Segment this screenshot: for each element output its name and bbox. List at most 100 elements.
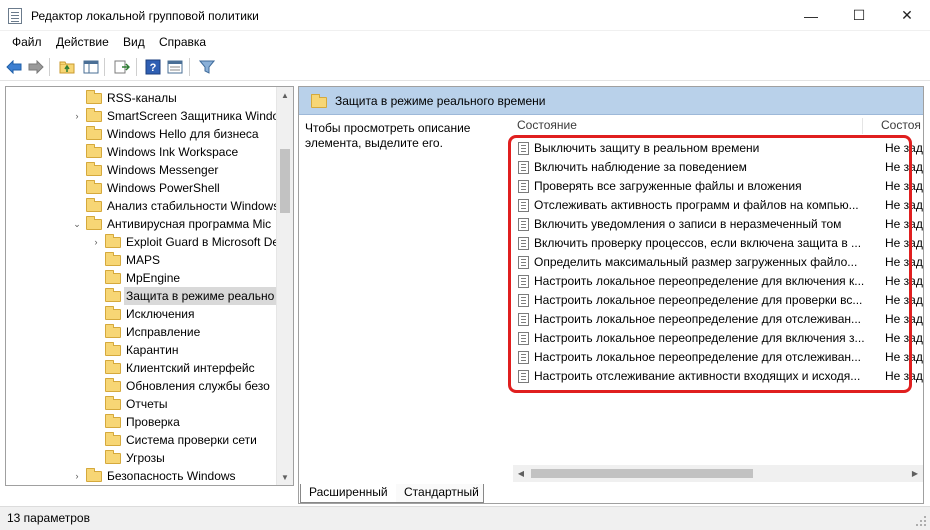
hscroll-thumb[interactable]: [531, 469, 753, 478]
horizontal-scrollbar[interactable]: ◀ ▶: [513, 465, 923, 482]
details-pane: Защита в режиме реального времени Чтобы …: [298, 86, 924, 504]
tree-item[interactable]: Windows Hello для бизнеса: [6, 125, 277, 143]
tree-item[interactable]: Отчеты: [6, 395, 277, 413]
toolbar: ?: [0, 53, 930, 81]
tree-item[interactable]: Обновления службы безо: [6, 377, 277, 395]
scroll-up-icon[interactable]: ▲: [277, 87, 293, 103]
tree-item[interactable]: › Безопасность Windows: [6, 467, 277, 485]
menu-view[interactable]: Вид: [123, 35, 145, 49]
folder-icon: [105, 342, 121, 356]
tree-item-label: Исправление: [126, 325, 201, 339]
tree-item[interactable]: Анализ стабильности Windows: [6, 197, 277, 215]
tab-extended[interactable]: Расширенный: [300, 484, 396, 503]
tree-item[interactable]: Windows Ink Workspace: [6, 143, 277, 161]
menu-action[interactable]: Действие: [56, 35, 109, 49]
maximize-button[interactable]: ☐: [836, 0, 882, 31]
tree-item[interactable]: MAPS: [6, 251, 277, 269]
close-button[interactable]: ✕: [884, 0, 930, 31]
tree-item-label: Клиентский интерфейс: [126, 361, 255, 375]
folder-icon: [105, 234, 121, 248]
tree-item[interactable]: › SmartScreen Защитника Windo: [6, 107, 277, 125]
folder-icon: [86, 180, 102, 194]
minimize-button[interactable]: —: [788, 0, 834, 31]
folder-icon: [105, 360, 121, 374]
column-header-state-2[interactable]: Состоя: [881, 118, 921, 134]
tab-standard[interactable]: Стандартный: [396, 484, 484, 503]
tree-item-label: Карантин: [126, 343, 179, 357]
folder-icon: [105, 450, 121, 464]
folder-icon: [105, 252, 121, 266]
window-title: Редактор локальной групповой политики: [31, 9, 259, 23]
up-folder-icon[interactable]: [58, 58, 76, 76]
tree-scrollbar[interactable]: ▲ ▼: [276, 87, 293, 485]
folder-icon: [105, 324, 121, 338]
tree-item-label: Обновления службы безо: [126, 379, 270, 393]
folder-icon: [86, 216, 102, 230]
expanded-chevron-icon[interactable]: ⌄: [72, 215, 82, 233]
folder-icon: [311, 94, 327, 108]
tree-item-label: SmartScreen Защитника Windo: [107, 109, 277, 123]
tree-item-label: MAPS: [126, 253, 161, 267]
highlight-frame: [508, 135, 912, 393]
tree-item-label: Угрозы: [126, 451, 165, 465]
scroll-right-icon[interactable]: ▶: [907, 465, 923, 482]
tree-item[interactable]: Система проверки сети: [6, 431, 277, 449]
tree-item[interactable]: MpEngine: [6, 269, 277, 287]
scroll-down-icon[interactable]: ▼: [277, 469, 293, 485]
folder-icon: [105, 396, 121, 410]
tree-item[interactable]: Исключения: [6, 305, 277, 323]
filter-icon[interactable]: [198, 58, 216, 76]
menu-help[interactable]: Справка: [159, 35, 206, 49]
collapsed-chevron-icon[interactable]: ›: [72, 467, 82, 485]
column-header-state[interactable]: Состояние: [517, 118, 577, 134]
tree-item[interactable]: Карантин: [6, 341, 277, 359]
folder-icon: [86, 126, 102, 140]
back-arrow-icon[interactable]: [5, 58, 23, 76]
menu-bar: Файл Действие Вид Справка: [0, 32, 930, 52]
tree-item[interactable]: ⌄ Антивирусная программа Mic: [6, 215, 277, 233]
properties-icon[interactable]: [166, 58, 184, 76]
tree-item[interactable]: RSS-каналы: [6, 89, 277, 107]
status-bar: 13 параметров: [0, 506, 930, 530]
tree-item-label: Отчеты: [126, 397, 168, 411]
collapsed-chevron-icon[interactable]: ›: [91, 233, 101, 251]
folder-icon: [105, 414, 121, 428]
tree-item[interactable]: Исправление: [6, 323, 277, 341]
tree-item-selected[interactable]: Защита в режиме реально: [6, 287, 277, 305]
forward-arrow-icon[interactable]: [27, 58, 45, 76]
folder-icon: [86, 468, 102, 482]
show-hide-tree-icon[interactable]: [82, 58, 100, 76]
status-text: 13 параметров: [7, 511, 90, 525]
folder-icon: [105, 378, 121, 392]
tree-item[interactable]: Клиентский интерфейс: [6, 359, 277, 377]
export-list-icon[interactable]: [113, 58, 131, 76]
folder-icon: [86, 162, 102, 176]
collapsed-chevron-icon[interactable]: ›: [72, 107, 82, 125]
details-title: Защита в режиме реального времени: [335, 94, 546, 108]
tree-item-label: Windows Messenger: [107, 163, 219, 177]
title-bar: Редактор локальной групповой политики — …: [0, 0, 930, 31]
scroll-left-icon[interactable]: ◀: [513, 465, 529, 482]
tree-item[interactable]: › Exploit Guard в Microsoft De: [6, 233, 277, 251]
tree-item[interactable]: Угрозы: [6, 449, 277, 467]
help-icon[interactable]: ?: [144, 58, 162, 76]
tree-item[interactable]: Windows Messenger: [6, 161, 277, 179]
folder-icon: [105, 288, 121, 302]
resize-grip-icon[interactable]: [915, 515, 927, 527]
tree-item-label: Windows Hello для бизнеса: [107, 127, 259, 141]
scroll-thumb[interactable]: [280, 149, 290, 213]
tree-item-label: Безопасность Windows: [107, 469, 236, 483]
tree-item[interactable]: Проверка: [6, 413, 277, 431]
menu-file[interactable]: Файл: [12, 35, 42, 49]
tree-item-label: Защита в режиме реально: [124, 287, 277, 305]
tree-item[interactable]: Windows PowerShell: [6, 179, 277, 197]
folder-icon: [86, 144, 102, 158]
tree-item-label: Windows PowerShell: [107, 181, 220, 195]
